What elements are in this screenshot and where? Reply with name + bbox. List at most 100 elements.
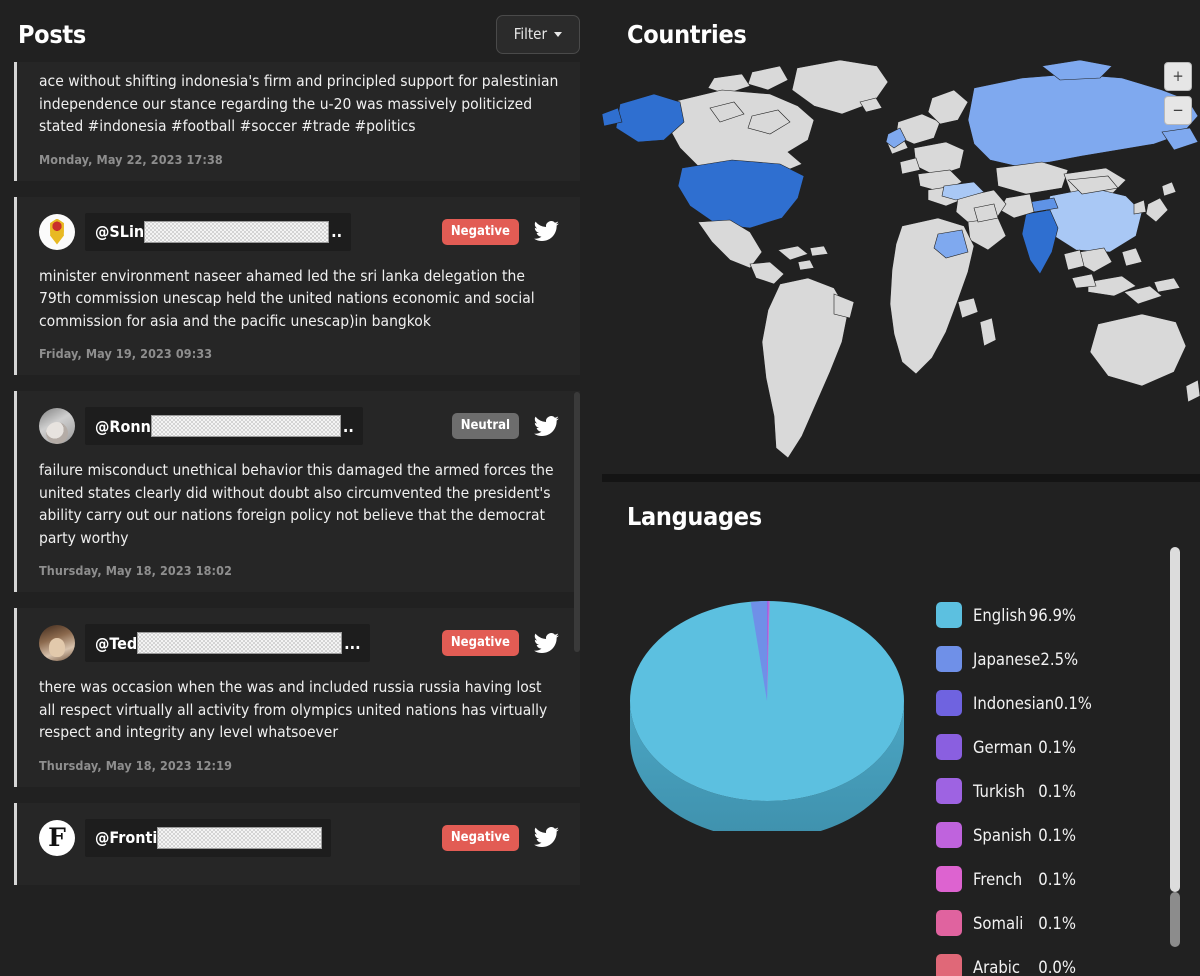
legend-color-swatch	[936, 778, 962, 805]
legend-item-inner: Indonesian 0.1%	[936, 690, 1104, 717]
status-badge: Negative	[441, 824, 519, 851]
post-author-handle-text: @Fronti	[95, 828, 158, 847]
post-author-handle[interactable]: @Fronti	[85, 818, 332, 857]
legend-item-inner: French 0.1%	[936, 866, 1104, 893]
posts-scrollbar-thumb[interactable]	[574, 392, 580, 652]
languages-scrollbar[interactable]	[1170, 547, 1180, 948]
legend-item-inner: German 0.1%	[936, 734, 1104, 761]
filter-button-label: Filter	[513, 24, 547, 43]
legend-color-swatch	[936, 910, 962, 937]
legend-item-value: 0.1%	[1038, 913, 1076, 933]
legend-item-inner: Spanish 0.1%	[936, 822, 1104, 849]
legend-item[interactable]: Turkish 0.1%	[936, 769, 1200, 813]
languages-legend: English 96.9% Japanese 2.5% Indonesian 0.1% Ge…	[932, 539, 1200, 976]
legend-item-inner: Arabic 0.0%	[936, 954, 1104, 976]
legend-item-value: 0.1%	[1038, 781, 1076, 801]
redacted-handle-overlay	[150, 415, 341, 437]
legend-item-value: 0.0%	[1038, 957, 1076, 976]
legend-item-value: 0.1%	[1054, 693, 1092, 713]
legend-item[interactable]: English 96.9%	[936, 593, 1200, 637]
post-timestamp: Friday, May 19, 2023 09:33	[39, 346, 213, 361]
twitter-icon[interactable]	[533, 218, 560, 245]
legend-item[interactable]: Spanish 0.1%	[936, 813, 1200, 857]
handle-truncation-ellipsis: ..	[331, 222, 343, 241]
legend-item-inner: Somali 0.1%	[936, 910, 1104, 937]
redacted-handle-overlay	[144, 220, 330, 243]
legend-item-label: French	[973, 869, 1023, 889]
posts-header: Posts Filter	[0, 0, 602, 68]
legend-item-label: English	[973, 605, 1027, 625]
legend-color-swatch	[936, 866, 962, 893]
world-map[interactable]	[602, 56, 1200, 475]
twitter-icon[interactable]	[533, 824, 560, 851]
post-card[interactable]: @Ted... Negative there was occasion when t…	[14, 608, 580, 787]
chevron-down-icon	[554, 32, 562, 37]
post-card[interactable]: ace without shifting indonesia's firm an…	[14, 62, 580, 181]
languages-scrollbar-track[interactable]	[1170, 892, 1180, 948]
legend-item-label: Spanish	[973, 825, 1032, 845]
post-card[interactable]: F @Fronti Negative	[14, 802, 580, 885]
legend-item-value: 0.1%	[1038, 869, 1076, 889]
post-card[interactable]: @Ronn.. Neutral failure misconduct unethic…	[14, 391, 580, 592]
legend-item[interactable]: Somali 0.1%	[936, 901, 1200, 945]
posts-panel: Posts Filter ace without shifting indone…	[0, 0, 602, 976]
post-author-handle-text: @Ronn	[95, 416, 151, 436]
handle-truncation-ellipsis: ...	[344, 633, 361, 653]
avatar[interactable]	[39, 408, 75, 444]
redacted-handle-overlay	[137, 632, 343, 654]
post-header: @Ted... Negative	[39, 624, 560, 662]
forbes-logo-icon: F	[48, 822, 66, 852]
post-author-handle-text: @Ted	[95, 633, 138, 653]
post-timestamp: Thursday, May 18, 2023 18:02	[39, 563, 233, 578]
legend-item[interactable]: Japanese 2.5%	[936, 637, 1200, 681]
legend-item[interactable]: Arabic 0.0%	[936, 945, 1200, 976]
post-author-handle[interactable]: @SLin..	[85, 212, 352, 251]
legend-item-label: Turkish	[973, 781, 1025, 801]
legend-color-swatch	[936, 602, 962, 629]
legend-color-swatch	[936, 954, 962, 976]
avatar[interactable]: F	[39, 819, 75, 856]
page-title: Posts	[18, 19, 86, 49]
handle-truncation-ellipsis: ..	[342, 416, 354, 436]
languages-pie-chart[interactable]	[602, 539, 932, 832]
pie-chart-svg[interactable]	[617, 551, 917, 832]
zoom-out-button[interactable]: −	[1164, 96, 1192, 125]
legend-item-inner: Japanese 2.5%	[936, 646, 1104, 673]
post-header: @SLin.. Negative	[39, 212, 560, 251]
zoom-in-button[interactable]: +	[1164, 62, 1192, 91]
legend-item-label: German	[973, 737, 1033, 757]
legend-item[interactable]: French 0.1%	[936, 857, 1200, 901]
legend-color-swatch	[936, 822, 962, 849]
post-header: @Ronn.. Neutral	[39, 407, 560, 445]
redacted-handle-overlay	[157, 826, 323, 849]
post-text: minister environment naseer ahamed led t…	[39, 266, 535, 330]
filter-button[interactable]: Filter	[495, 14, 580, 54]
map-zoom-controls[interactable]: + −	[1164, 62, 1192, 125]
dashboard-root: Posts Filter ace without shifting indone…	[0, 0, 1200, 976]
posts-list[interactable]: ace without shifting indonesia's firm an…	[0, 62, 602, 976]
languages-title: Languages	[627, 502, 762, 532]
legend-item-label: Japanese	[973, 649, 1041, 669]
post-header: F @Fronti Negative	[39, 818, 560, 857]
languages-panel: Languages English 96.9% Japanese 2.5% In…	[602, 482, 1200, 976]
legend-item[interactable]: German 0.1%	[936, 725, 1200, 769]
avatar[interactable]	[39, 625, 75, 661]
legend-item[interactable]: Indonesian 0.1%	[936, 681, 1200, 725]
legend-item-label: Somali	[973, 913, 1024, 933]
posts-scrollbar[interactable]	[574, 62, 580, 976]
languages-content: English 96.9% Japanese 2.5% Indonesian 0.1% Ge…	[602, 531, 1200, 976]
legend-item-value: 0.1%	[1038, 737, 1076, 757]
languages-scrollbar-thumb[interactable]	[1170, 547, 1180, 893]
legend-item-inner: English 96.9%	[936, 602, 1104, 629]
twitter-icon[interactable]	[533, 413, 560, 440]
twitter-icon[interactable]	[533, 630, 560, 657]
post-author-handle[interactable]: @Ronn..	[85, 407, 363, 445]
status-badge: Neutral	[451, 413, 519, 439]
post-author-handle-text: @SLin	[95, 222, 145, 241]
world-map-svg[interactable]	[602, 56, 1200, 475]
avatar[interactable]	[39, 213, 75, 250]
status-badge: Negative	[441, 630, 519, 656]
post-card[interactable]: @SLin.. Negative minister environment nase…	[14, 196, 580, 375]
post-author-handle[interactable]: @Ted...	[85, 624, 370, 662]
post-text: there was occasion when the was and incl…	[39, 678, 548, 741]
